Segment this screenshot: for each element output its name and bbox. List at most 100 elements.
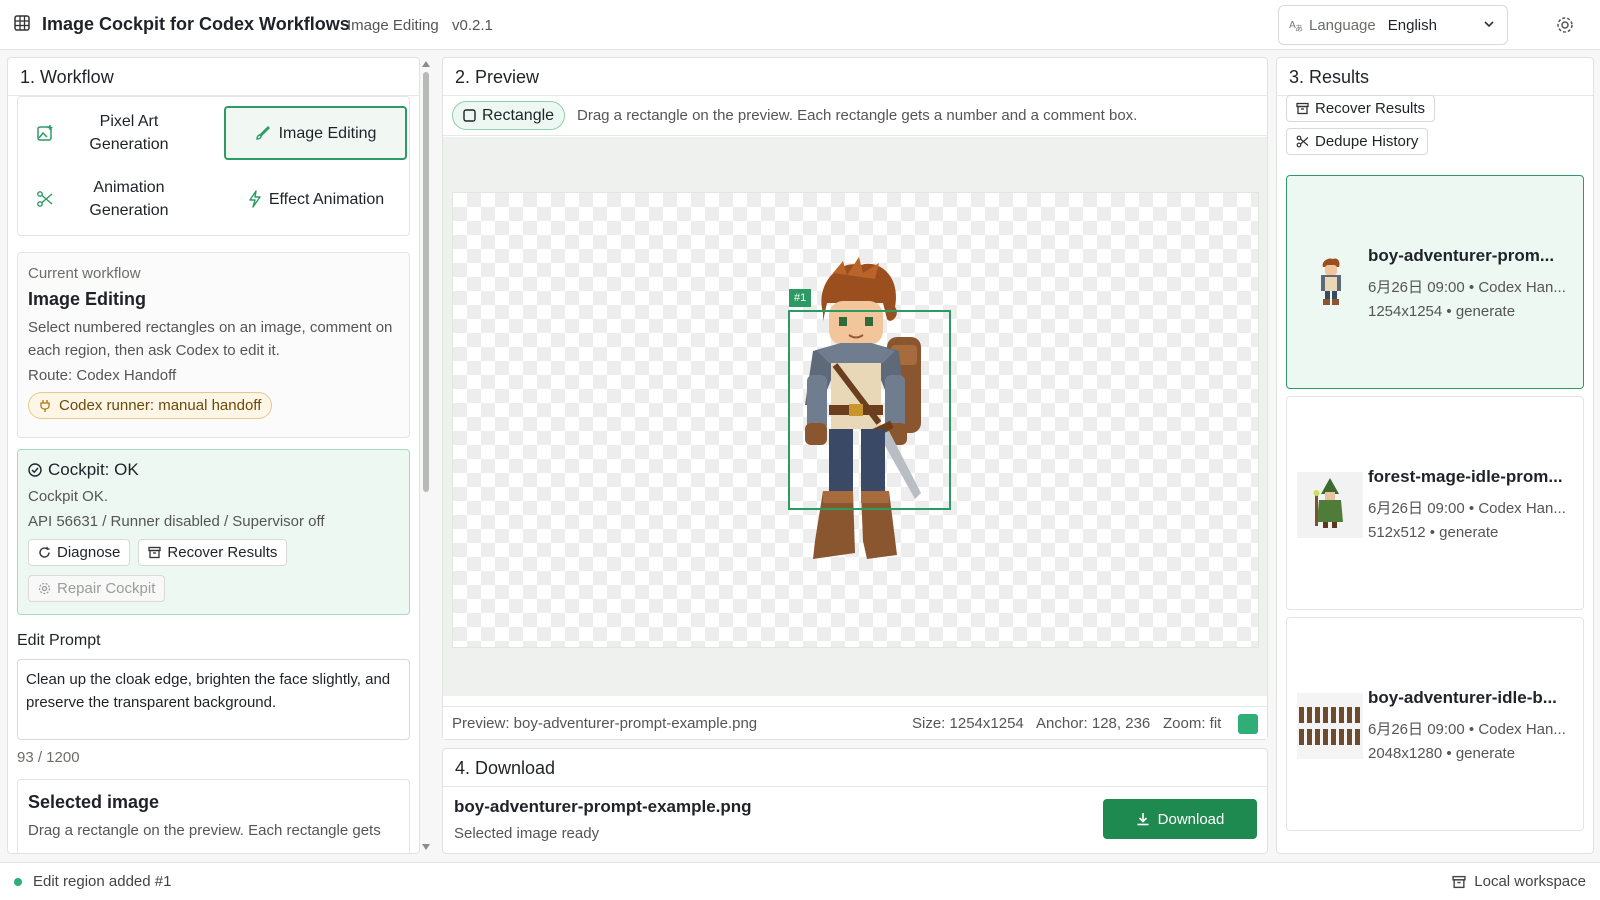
result-card[interactable]: boy-adventurer-prom... 6月26日 09:00 • Cod… (1286, 175, 1584, 389)
archive-icon (148, 546, 162, 559)
workflow-panel: 1. Workflow Pixel Art Generation Image E… (7, 57, 420, 854)
cockpit-title-row: Cockpit: OK (28, 460, 399, 480)
preview-image-canvas[interactable]: #1 (452, 192, 1259, 648)
scissors-icon (37, 191, 53, 207)
language-value: English (1387, 16, 1437, 34)
download-panel: 4. Download boy-adventurer-prompt-exampl… (442, 748, 1268, 854)
download-panel-title: 4. Download (443, 749, 1267, 787)
edit-prompt-char-count: 93 / 1200 (17, 749, 80, 766)
edit-prompt-label: Edit Prompt (17, 632, 101, 649)
diagnose-label: Diagnose (57, 544, 121, 561)
results-recover-button[interactable]: Recover Results (1286, 95, 1436, 122)
cockpit-status-card: Cockpit: OK Cockpit OK. API 56631 / Runn… (17, 449, 410, 615)
workflow-image-editing-label: Image Editing (278, 124, 377, 142)
edit-region-rectangle[interactable]: #1 (788, 289, 951, 510)
preview-panel-title: 2. Preview (443, 58, 1267, 96)
current-workflow-description: Select numbered rectangles on an image, … (28, 319, 393, 359)
rectangle-tool-hint: Drag a rectangle on the preview. Each re… (577, 107, 1138, 124)
current-workflow-title: Image Editing (28, 289, 147, 309)
repair-cockpit-button[interactable]: Repair Cockpit (28, 575, 166, 602)
workflow-image-editing-button[interactable]: Image Editing (224, 106, 407, 160)
result-thumbnail-image (1297, 472, 1363, 538)
app-subtitle: Image Editing (347, 17, 439, 34)
workflow-pixel-art-button[interactable]: Pixel Art Generation (18, 103, 214, 163)
cockpit-status-line: Cockpit OK. (28, 488, 109, 505)
result-meta: 6月26日 09:00 • Codex Han... (1368, 721, 1566, 738)
rectangle-tool-label: Rectangle (482, 106, 555, 124)
cockpit-title: Cockpit: OK (48, 460, 139, 479)
chevron-down-icon (1484, 21, 1494, 28)
selected-image-title: Selected image (28, 792, 160, 812)
workflow-scroll-area[interactable]: Pixel Art Generation Image Editing Anima… (8, 96, 419, 853)
preview-color-swatch[interactable] (1238, 714, 1258, 734)
cockpit-recover-label: Recover Results (167, 544, 278, 561)
result-meta: 6月26日 09:00 • Codex Han... (1368, 279, 1566, 296)
language-label: Language (1309, 16, 1376, 34)
current-workflow-route: Route: Codex Handoff (28, 367, 177, 384)
edit-region-number-tag: #1 (789, 289, 812, 307)
svg-text:あ: あ (1295, 24, 1303, 32)
results-recover-label: Recover Results (1315, 100, 1426, 117)
workspace-label: Local workspace (1474, 873, 1586, 890)
result-size: 2048x1280 • generate (1368, 745, 1516, 762)
cockpit-detail-line: API 56631 / Runner disabled / Supervisor… (28, 513, 325, 530)
result-card[interactable]: boy-adventurer-idle-b... 6月26日 09:00 • C… (1286, 617, 1584, 831)
result-thumbnail-image (1321, 258, 1341, 305)
result-name: boy-adventurer-idle-b... (1368, 688, 1557, 707)
download-button[interactable]: Download (1103, 799, 1257, 839)
scissors-icon (1296, 135, 1309, 148)
rectangle-tool-button[interactable]: Rectangle (452, 101, 566, 130)
dedupe-history-button[interactable]: Dedupe History (1286, 128, 1429, 155)
result-size: 1254x1254 • generate (1368, 303, 1516, 320)
workflow-pixel-art-label: Pixel Art Generation (89, 113, 169, 153)
cockpit-recover-results-button[interactable]: Recover Results (138, 539, 288, 566)
edit-prompt-textarea[interactable]: Clean up the cloak edge, brighten the fa… (17, 659, 410, 740)
plug-icon (40, 399, 50, 412)
runner-status-text: Codex runner: manual handoff (59, 397, 262, 414)
selected-image-description: Drag a rectangle on the preview. Each re… (28, 822, 381, 839)
download-button-label: Download (1157, 810, 1225, 828)
preview-toolbar: Rectangle Drag a rectangle on the previe… (443, 96, 1267, 136)
current-workflow-label: Current workflow (28, 265, 141, 282)
current-workflow-card: Current workflow Image Editing Select nu… (17, 252, 410, 438)
app-title: Image Cockpit for Codex Workflows (42, 14, 350, 34)
results-panel-title: 3. Results (1277, 58, 1593, 96)
gear-icon[interactable] (1556, 16, 1574, 34)
language-select[interactable]: Aあ Language English (1278, 5, 1508, 45)
preview-anchor: Anchor: 128, 236 (1036, 715, 1151, 732)
check-circle-icon (28, 463, 42, 477)
scroll-down-arrow-icon[interactable] (422, 844, 430, 850)
archive-icon (1452, 875, 1466, 888)
status-footer: Edit region added #1 Local workspace (0, 862, 1600, 900)
grid-app-icon (14, 15, 30, 31)
brush-icon (255, 126, 270, 140)
app-version: v0.2.1 (452, 17, 493, 34)
result-meta: 6月26日 09:00 • Codex Han... (1368, 500, 1566, 517)
download-status: Selected image ready (454, 825, 600, 842)
results-panel: 3. Results Recover Results Dedupe Histor… (1276, 57, 1594, 854)
preview-status-bar: Preview: boy-adventurer-prompt-example.p… (443, 706, 1267, 739)
workflow-effect-animation-label: Effect Animation (268, 190, 385, 208)
download-filename: boy-adventurer-prompt-example.png (454, 797, 752, 816)
preview-filename: Preview: boy-adventurer-prompt-example.p… (452, 715, 758, 732)
preview-panel: 2. Preview Rectangle Drag a rectangle on… (442, 57, 1268, 740)
runner-status-badge: Codex runner: manual handoff (28, 392, 273, 419)
result-size: 512x512 • generate (1368, 524, 1499, 541)
workflow-animation-button[interactable]: Animation Generation (18, 169, 214, 229)
workflow-scrollbar[interactable] (420, 57, 432, 854)
scrollbar-thumb[interactable] (423, 72, 429, 492)
workspace-indicator[interactable]: Local workspace (1452, 873, 1586, 890)
footer-status-message: Edit region added #1 (33, 873, 172, 890)
result-card[interactable]: forest-mage-idle-prom... 6月26日 09:00 • C… (1286, 396, 1584, 610)
dedupe-history-label: Dedupe History (1315, 133, 1419, 150)
refresh-icon (39, 546, 50, 558)
diagnose-button[interactable]: Diagnose (28, 539, 131, 566)
gear-small-icon (38, 582, 51, 595)
preview-size: Size: 1254x1254 (912, 715, 1024, 732)
preview-canvas-area[interactable]: #1 (443, 137, 1267, 696)
workflow-effect-animation-button[interactable]: Effect Animation (224, 169, 407, 229)
scroll-up-arrow-icon[interactable] (422, 61, 430, 67)
result-thumbnail-image (1297, 693, 1363, 759)
status-dot-icon (14, 878, 22, 886)
image-plus-icon (37, 125, 53, 141)
